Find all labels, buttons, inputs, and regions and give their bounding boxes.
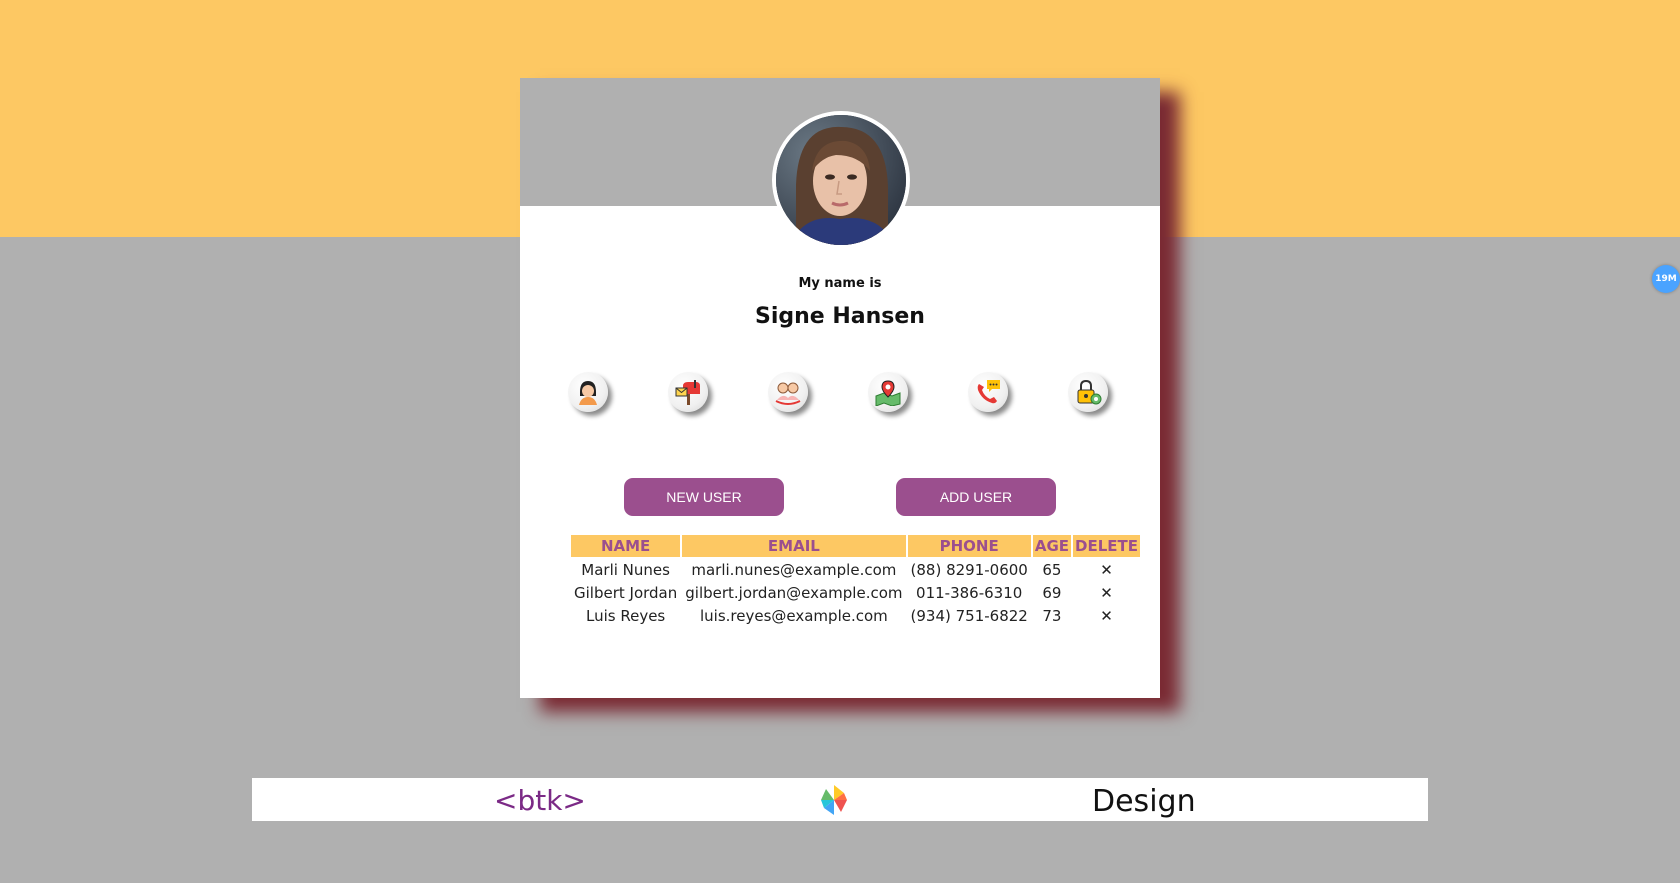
footer-bar: <btk> Design (252, 778, 1428, 821)
table-row: Luis Reyes luis.reyes@example.com (934) … (571, 605, 1140, 626)
cell-email: marli.nunes@example.com (691, 560, 897, 579)
users-table: NAME EMAIL PHONE AGE DELETE Marli Nunes … (569, 533, 1142, 628)
delete-icon[interactable]: ✕ (1073, 559, 1140, 580)
cell-phone: 011-386-6310 (916, 583, 1023, 602)
cell-name: Gilbert Jordan (574, 583, 678, 602)
header-name: NAME (571, 535, 681, 557)
mailbox-icon[interactable] (668, 372, 708, 412)
header-age: AGE (1032, 535, 1072, 557)
table-row: Marli Nunes marli.nunes@example.com (88)… (571, 559, 1140, 580)
delete-icon[interactable]: ✕ (1073, 582, 1140, 603)
cell-email: gilbert.jordan@example.com (685, 583, 903, 602)
cell-phone: (934) 751-6822 (910, 606, 1028, 625)
location-icon[interactable] (868, 372, 908, 412)
header-phone: PHONE (907, 535, 1031, 557)
header-delete: DELETE (1073, 535, 1140, 557)
profile-card: My name is Signe Hansen NEW USER ADD USE… (520, 78, 1160, 698)
pinwheel-logo-icon (817, 783, 851, 821)
info-icon-bar (568, 372, 1112, 422)
brand-text: <btk> (494, 784, 586, 817)
password-icon[interactable] (1068, 372, 1108, 412)
cell-phone: (88) 8291-0600 (910, 560, 1028, 579)
cell-age: 65 (1042, 560, 1062, 579)
cell-email: luis.reyes@example.com (699, 606, 888, 625)
table-header-row: NAME EMAIL PHONE AGE DELETE (571, 535, 1140, 557)
notification-badge[interactable]: 19M (1652, 265, 1680, 293)
delete-icon[interactable]: ✕ (1073, 605, 1140, 626)
cell-name: Marli Nunes (581, 560, 670, 579)
design-text: Design (1092, 784, 1196, 819)
avatar (772, 111, 910, 249)
add-user-button[interactable]: ADD USER (896, 478, 1056, 516)
table-row: Gilbert Jordan gilbert.jordan@example.co… (571, 582, 1140, 603)
user-name: Signe Hansen (755, 304, 925, 329)
cell-age: 69 (1042, 583, 1062, 602)
header-email: EMAIL (682, 535, 906, 557)
birthday-icon[interactable] (768, 372, 808, 412)
cell-age: 73 (1042, 606, 1062, 625)
caption-label: My name is (798, 276, 882, 291)
phone-icon[interactable] (968, 372, 1008, 412)
new-user-button[interactable]: NEW USER (624, 478, 784, 516)
cell-name: Luis Reyes (586, 606, 666, 625)
person-icon[interactable] (568, 372, 608, 412)
